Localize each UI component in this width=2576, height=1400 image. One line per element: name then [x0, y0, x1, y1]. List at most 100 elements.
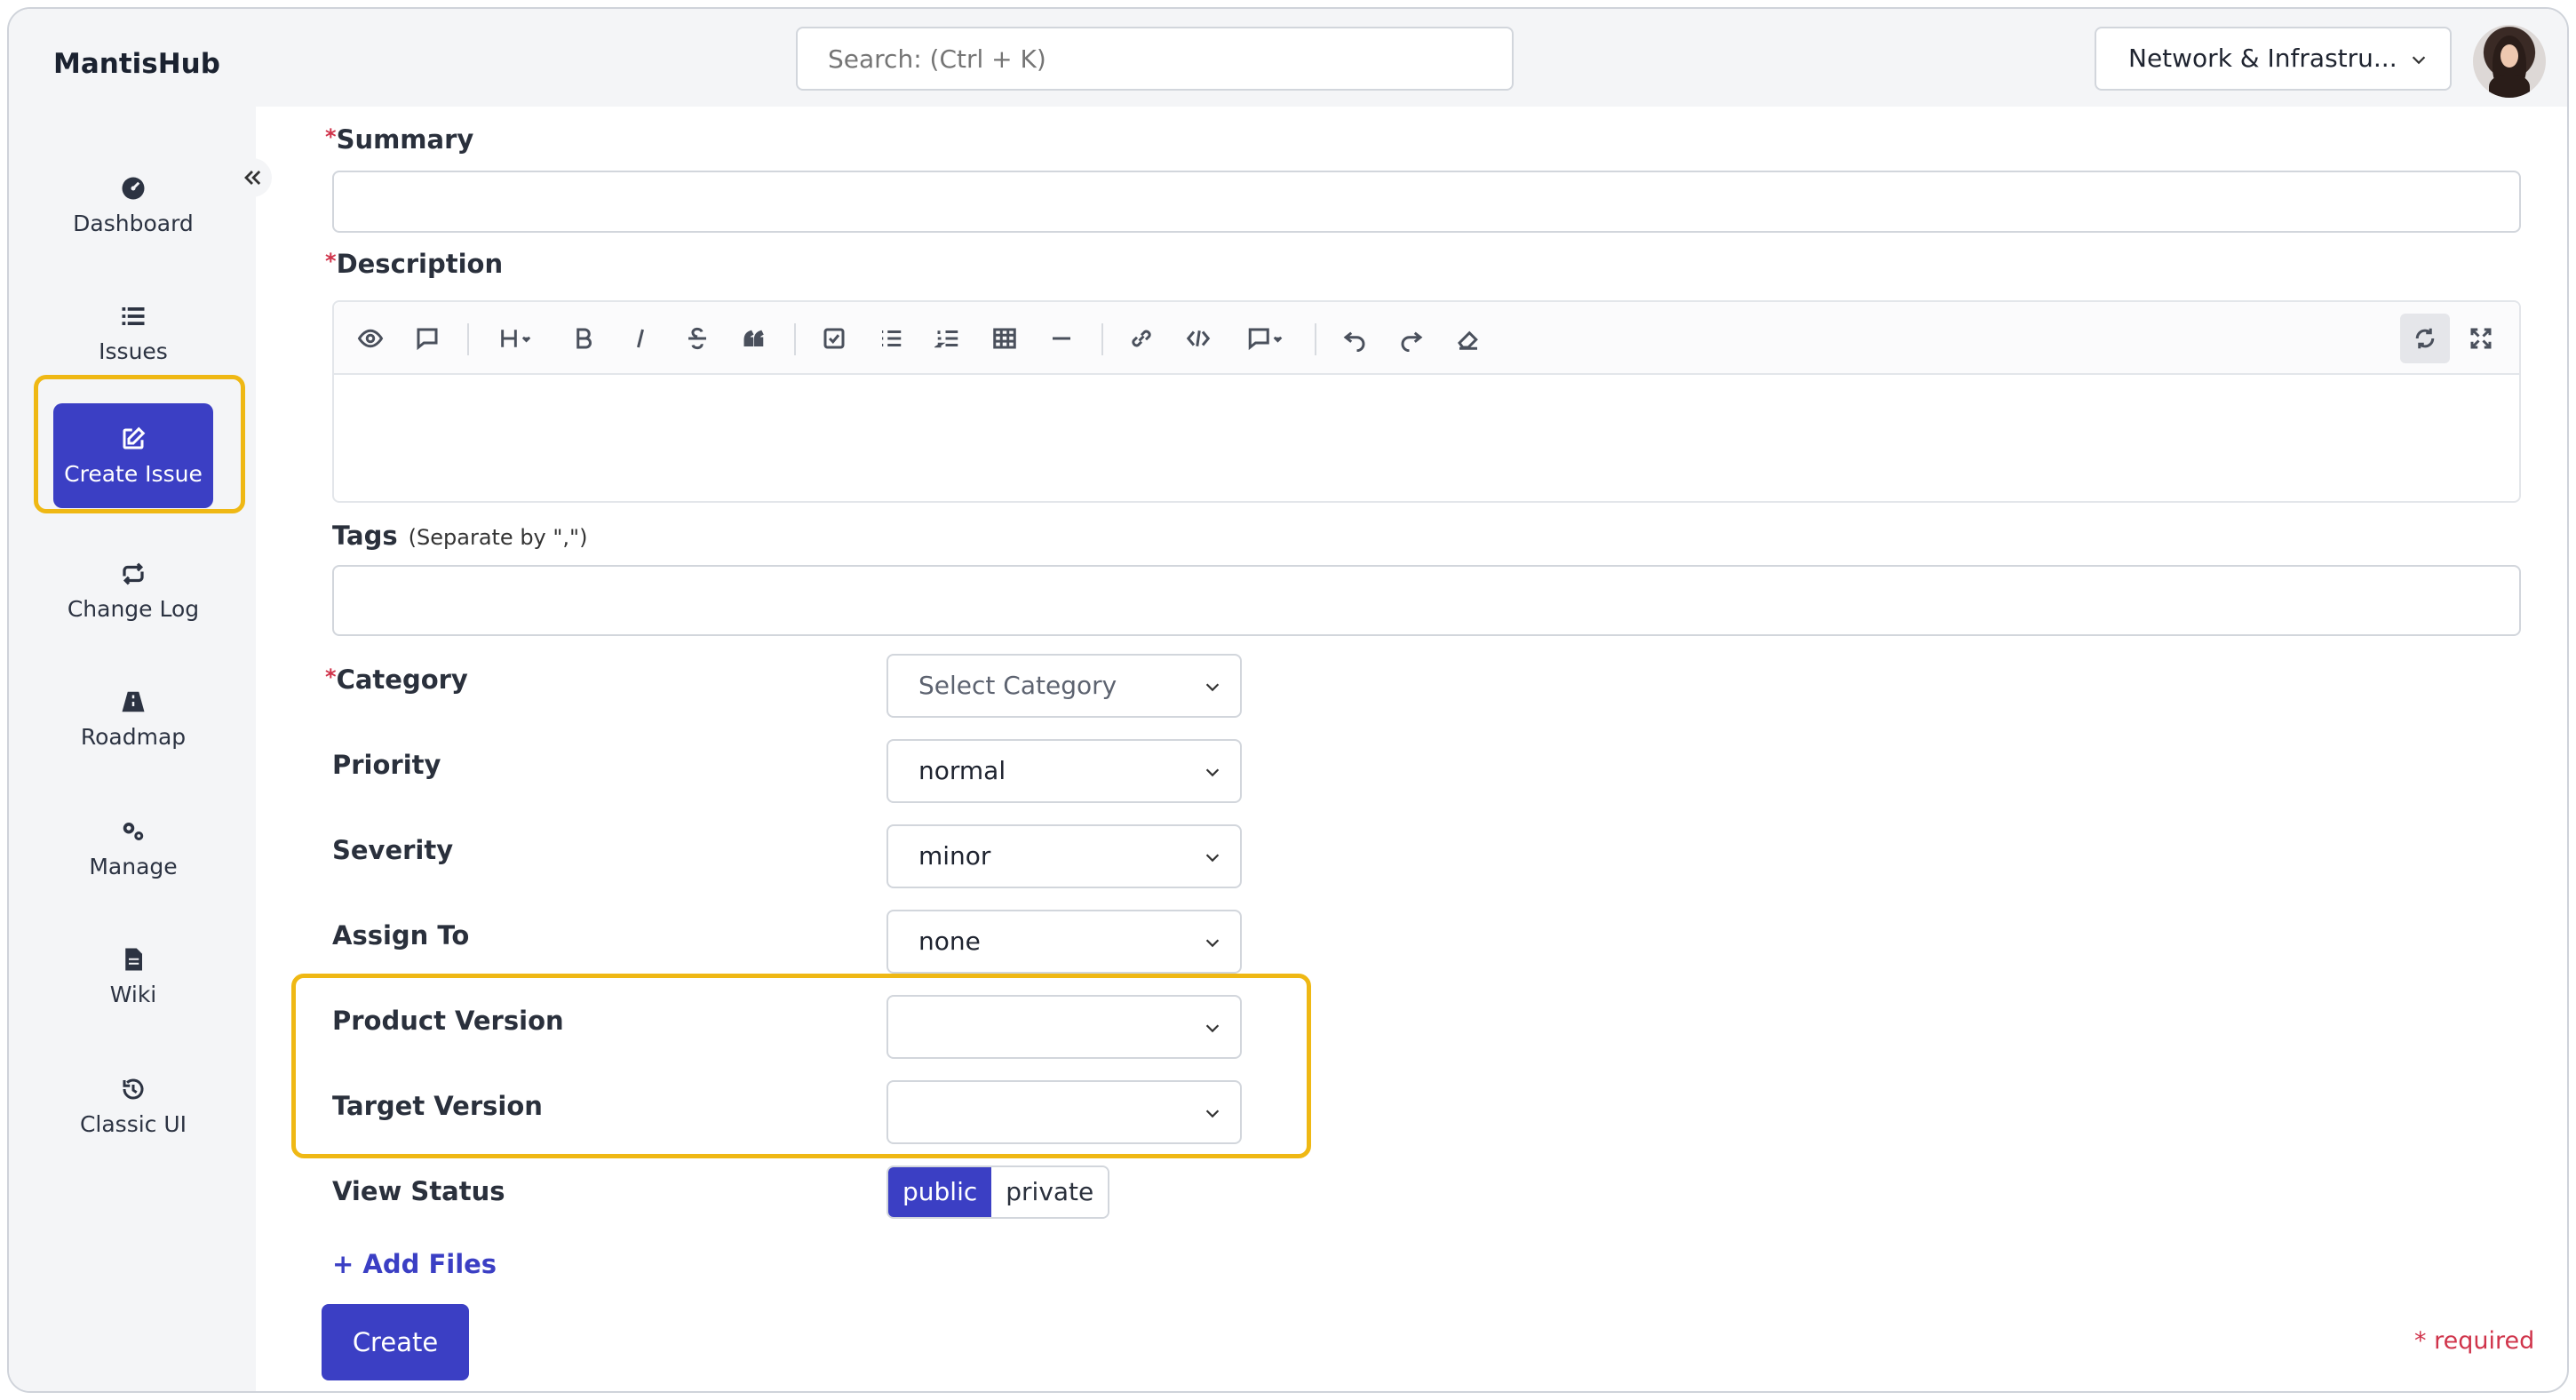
project-selector-label: Network & Infrastru...	[2128, 44, 2397, 73]
sidebar-item-label: Dashboard	[73, 210, 194, 236]
target-version-label: Target Version	[332, 1091, 543, 1121]
undo-button[interactable]	[1338, 322, 1371, 355]
numbered-list-icon	[934, 330, 958, 348]
summary-input[interactable]	[332, 171, 2521, 233]
app-window: MantisHub Network & Infrastru... Dashboa…	[7, 7, 2569, 1393]
sidebar-item-label: Classic UI	[79, 1110, 187, 1137]
link-button[interactable]	[1125, 322, 1158, 355]
chevron-down-icon	[1203, 911, 1222, 972]
checkbox-icon	[823, 328, 845, 349]
callout-button[interactable]	[1238, 322, 1295, 355]
refresh-icon	[2415, 328, 2435, 349]
eraser-icon	[1458, 330, 1478, 350]
file-icon	[125, 948, 142, 970]
fullscreen-button[interactable]	[2464, 322, 2498, 355]
redo-button[interactable]	[1395, 322, 1428, 355]
quote-icon	[743, 330, 764, 346]
sidebar-item-label: Change Log	[67, 595, 200, 622]
bold-button[interactable]	[567, 322, 600, 355]
target-version-select[interactable]	[886, 1080, 1242, 1144]
sidebar-item-change-log[interactable]: Change Log	[53, 538, 213, 643]
product-version-select[interactable]	[886, 995, 1242, 1059]
tags-hint: (Separate by ",")	[408, 525, 588, 550]
sidebar-item-label: Issues	[99, 338, 168, 364]
quote-button[interactable]	[737, 322, 771, 355]
view-status-label: View Status	[332, 1176, 505, 1206]
table-icon	[993, 328, 1016, 349]
summary-label: *Summary	[325, 124, 474, 155]
category-select-value: Select Category	[918, 671, 1117, 700]
sidebar-item-issues[interactable]: Issues	[53, 281, 213, 386]
dashboard-icon	[122, 177, 145, 199]
product-version-label: Product Version	[332, 1006, 564, 1036]
chevron-down-icon	[1203, 656, 1222, 716]
top-bar: MantisHub Network & Infrastru...	[9, 9, 2567, 107]
chevron-down-icon	[1203, 741, 1222, 801]
table-button[interactable]	[988, 322, 1022, 355]
undo-icon	[1343, 331, 1365, 352]
project-selector[interactable]: Network & Infrastru...	[2095, 27, 2452, 91]
sidebar-item-label: Wiki	[109, 981, 157, 1007]
sidebar-item-wiki[interactable]: Wiki	[53, 924, 213, 1029]
bold-icon	[576, 328, 592, 349]
gears-icon	[123, 822, 144, 840]
history-icon	[123, 1078, 144, 1100]
sidebar-item-roadmap[interactable]: Roadmap	[53, 666, 213, 771]
search-input[interactable]	[796, 27, 1514, 91]
bullet-list-button[interactable]	[874, 322, 908, 355]
category-label: *Category	[325, 664, 468, 695]
comment-button[interactable]	[410, 322, 444, 355]
numbered-list-button[interactable]	[931, 322, 965, 355]
strikethrough-icon	[688, 327, 706, 350]
assign-to-select[interactable]: none	[886, 910, 1242, 974]
task-list-button[interactable]	[817, 322, 851, 355]
code-icon	[1186, 330, 1211, 346]
list-icon	[122, 306, 145, 325]
view-status-toggle: public private	[886, 1165, 1110, 1219]
chevron-down-icon	[2409, 28, 2429, 89]
view-status-public[interactable]: public	[888, 1167, 992, 1217]
horizontal-rule-icon	[1053, 337, 1070, 340]
tags-input[interactable]	[332, 565, 2521, 636]
italic-button[interactable]	[624, 322, 657, 355]
severity-select-value: minor	[918, 841, 991, 871]
description-editor[interactable]	[332, 300, 2521, 503]
heading-button[interactable]	[492, 322, 545, 355]
editor-toolbar	[334, 302, 2519, 375]
strikethrough-button[interactable]	[680, 322, 714, 355]
double-chevron-left-icon	[244, 171, 261, 185]
sync-scroll-button[interactable]	[2400, 314, 2450, 363]
horizontal-rule-button[interactable]	[1045, 322, 1078, 355]
severity-label: Severity	[332, 835, 454, 865]
sidebar-item-classic-ui[interactable]: Classic UI	[53, 1054, 213, 1158]
add-files-link[interactable]: + Add Files	[332, 1249, 497, 1279]
sidebar-item-label: Manage	[89, 853, 178, 879]
bullet-list-icon	[882, 330, 902, 346]
comment-icon	[417, 328, 438, 351]
brand-logo[interactable]: MantisHub	[53, 48, 220, 80]
severity-select[interactable]: minor	[886, 824, 1242, 888]
priority-select-value: normal	[918, 756, 1006, 785]
preview-button[interactable]	[354, 322, 387, 355]
create-button[interactable]: Create	[322, 1304, 469, 1380]
chevron-down-icon	[1203, 1082, 1222, 1142]
chevron-down-icon	[1203, 826, 1222, 887]
priority-select[interactable]: normal	[886, 739, 1242, 803]
road-icon	[122, 691, 145, 712]
priority-label: Priority	[332, 750, 441, 780]
sidebar-item-manage[interactable]: Manage	[53, 796, 213, 901]
sidebar-item-dashboard[interactable]: Dashboard	[53, 153, 213, 258]
required-note: * required	[2414, 1327, 2535, 1355]
assign-to-select-value: none	[918, 927, 981, 956]
clear-format-button[interactable]	[1451, 322, 1485, 355]
required-mark: *	[325, 249, 337, 274]
user-avatar[interactable]	[2473, 25, 2546, 98]
category-select[interactable]: Select Category	[886, 654, 1242, 718]
view-status-private[interactable]: private	[991, 1167, 1109, 1217]
code-button[interactable]	[1181, 322, 1215, 355]
italic-icon	[637, 329, 644, 348]
collapse-sidebar-button[interactable]	[233, 158, 272, 197]
eye-icon	[357, 329, 384, 348]
assign-to-label: Assign To	[332, 920, 470, 951]
callout-icon	[1248, 328, 1283, 351]
